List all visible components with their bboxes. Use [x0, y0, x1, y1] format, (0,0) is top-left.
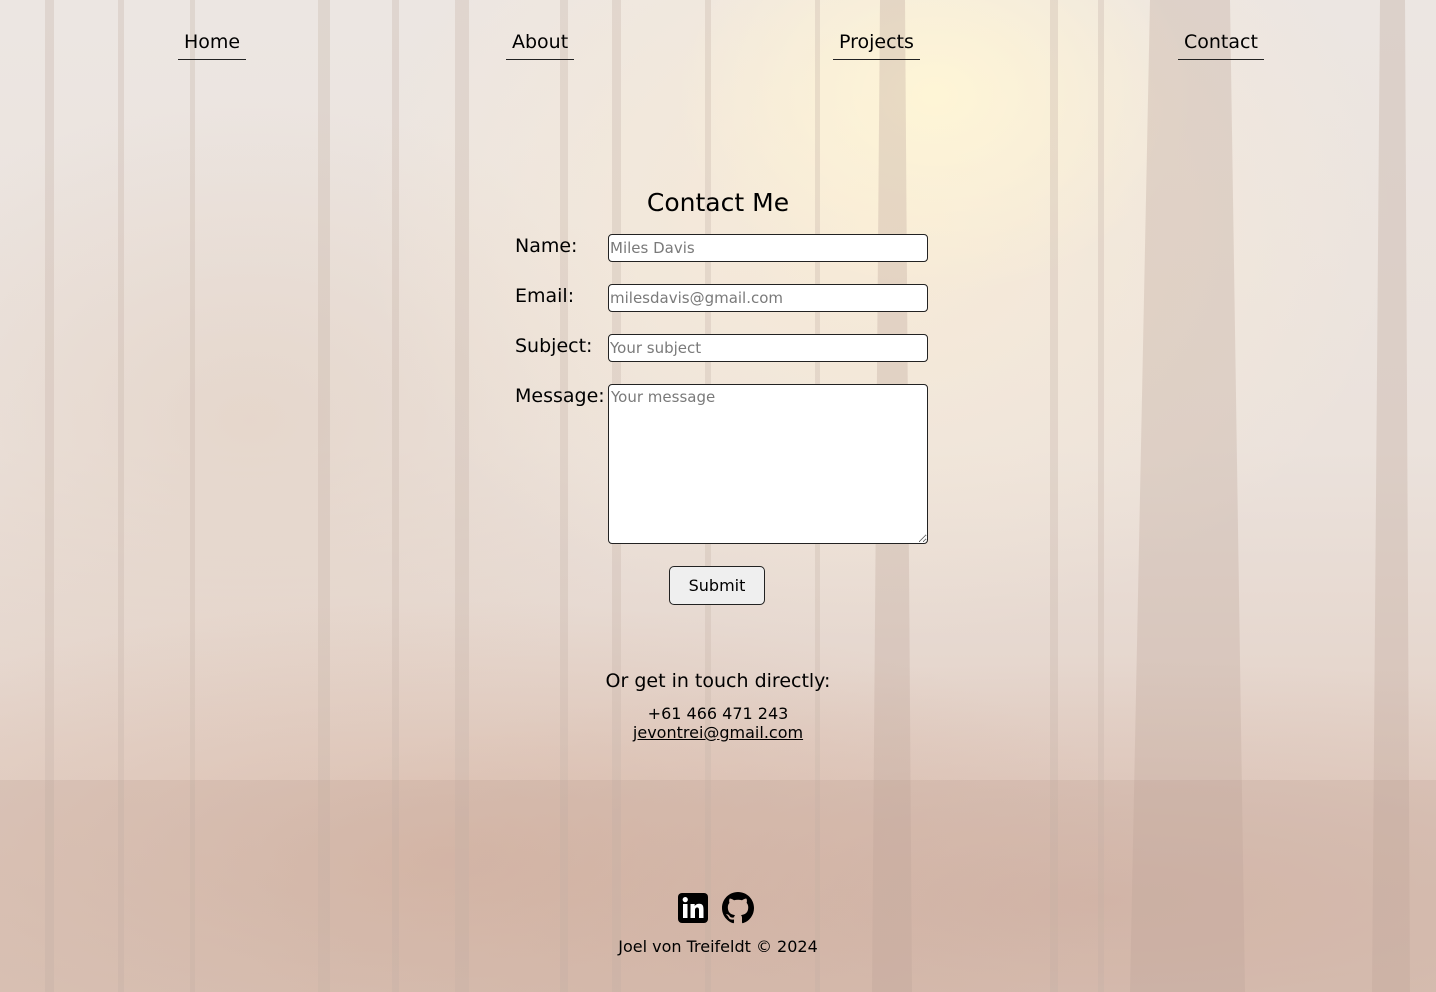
name-input[interactable] [608, 234, 928, 262]
message-label: Message: [515, 385, 605, 407]
nav-about-link[interactable]: About [506, 30, 575, 60]
github-icon [722, 892, 754, 924]
footer-copyright: Joel von Treifeldt © 2024 [618, 937, 818, 956]
submit-button[interactable]: Submit [669, 566, 765, 605]
email-label: Email: [515, 285, 575, 307]
name-label: Name: [515, 235, 578, 257]
subject-input[interactable] [608, 334, 928, 362]
email-link-wrapper: jevontrei@gmail.com [0, 723, 1436, 743]
linkedin-link[interactable] [677, 892, 709, 924]
linkedin-icon [678, 893, 708, 923]
phone-number: +61 466 471 243 [647, 704, 789, 723]
nav-contact-link[interactable]: Contact [1178, 30, 1264, 60]
contact-title: Contact Me [646, 188, 790, 217]
page-content: Home About Projects Contact Contact Me N… [0, 0, 1436, 992]
direct-contact-heading: Or get in touch directly: [605, 670, 831, 692]
subject-label: Subject: [515, 335, 593, 357]
email-link[interactable]: jevontrei@gmail.com [633, 723, 803, 742]
github-link[interactable] [722, 892, 754, 924]
message-textarea[interactable] [608, 384, 928, 544]
nav-projects-link[interactable]: Projects [833, 30, 920, 60]
nav-home-link[interactable]: Home [178, 30, 247, 60]
email-input[interactable] [608, 284, 928, 312]
